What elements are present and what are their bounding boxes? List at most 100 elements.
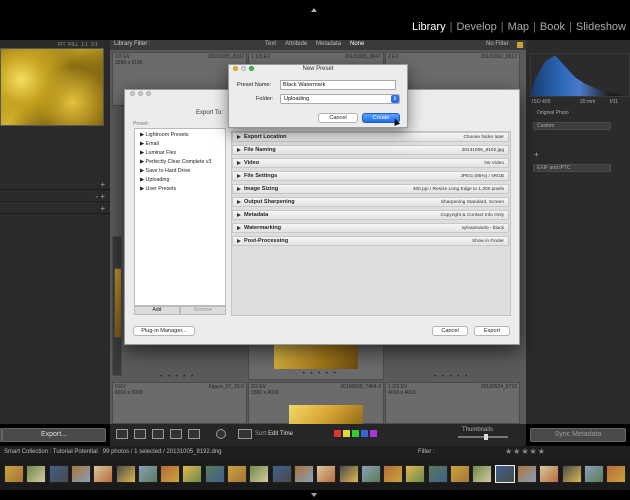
new-preset-cancel-button[interactable]: Cancel: [318, 113, 358, 123]
grid-cell[interactable]: 2/3 EV 20130928_7464-2 3381 x 4016: [248, 382, 384, 425]
chevron-updown-icon[interactable]: ⇕: [391, 95, 399, 103]
module-slideshow[interactable]: Slideshow: [572, 21, 630, 33]
module-library[interactable]: Library: [408, 21, 450, 33]
filmstrip-thumbnail[interactable]: [182, 465, 203, 483]
people-view-icon[interactable]: [188, 429, 200, 439]
filmstrip-rating-filter[interactable]: ★★★★★: [505, 447, 546, 456]
filmstrip-thumbnail[interactable]: [115, 465, 136, 483]
module-map[interactable]: Map: [504, 21, 533, 33]
purple-label-chip[interactable]: [370, 430, 377, 437]
red-label-chip[interactable]: [334, 430, 341, 437]
photo-thumbnail[interactable]: [274, 345, 358, 369]
sync-metadata-button[interactable]: Sync Metadata: [530, 428, 626, 442]
collapse-bottom-panel-icon[interactable]: [311, 493, 317, 497]
plugin-manager-button[interactable]: Plug-in Manager...: [133, 326, 195, 336]
section-post-processing[interactable]: Post-Processing Show in Finder: [232, 236, 509, 246]
grid-cell[interactable]: • • • • •: [248, 340, 384, 380]
preset-select[interactable]: Custom: [533, 122, 611, 130]
thumbnail-size-knob[interactable]: [484, 434, 488, 440]
filmstrip-thumbnail[interactable]: [271, 465, 292, 483]
grid-view-icon[interactable]: [116, 429, 128, 439]
preset-item-email[interactable]: ▶ Email: [140, 141, 159, 147]
filter-preset[interactable]: No Filter: [486, 41, 509, 47]
painter-icon[interactable]: [216, 429, 226, 439]
grid-cell[interactable]: 0 EV Figure_07_23-2 6016 x 3000: [112, 382, 247, 424]
add-icon[interactable]: +: [100, 180, 105, 189]
section-file-naming[interactable]: File Naming 20131005_8192.jpg: [232, 145, 509, 155]
add-remove-icon[interactable]: - +: [95, 192, 105, 201]
loupe-view-icon[interactable]: [134, 429, 146, 439]
preset-item-save-hard-drive[interactable]: ▶ Save to Hard Drive: [140, 168, 190, 174]
grid-cell[interactable]: 1 2/3 EV 20130924_6710 4016 x 4016: [385, 382, 520, 424]
preset-item-user-presets[interactable]: ▶ User Presets: [140, 186, 176, 192]
filmstrip-thumbnail[interactable]: [70, 465, 91, 483]
filmstrip-thumbnail[interactable]: [26, 465, 47, 483]
filmstrip-source[interactable]: Smart Collection : Tutorial Potential 99…: [4, 449, 222, 455]
minimize-window-icon[interactable]: [138, 91, 143, 96]
filter-lock-icon[interactable]: [517, 42, 523, 48]
filmstrip-thumbnail[interactable]: [338, 465, 359, 483]
filmstrip-thumbnail[interactable]: [4, 465, 24, 483]
section-metadata[interactable]: Metadata Copyright & Contact Info Only: [232, 210, 509, 220]
filmstrip-thumbnail[interactable]: [472, 465, 493, 483]
sort-direction-icon[interactable]: [238, 429, 252, 439]
add-icon[interactable]: +: [534, 150, 539, 159]
export-button[interactable]: Export...: [2, 428, 106, 442]
export-confirm-button[interactable]: Export: [474, 326, 510, 336]
green-label-chip[interactable]: [352, 430, 359, 437]
filmstrip-thumbnail[interactable]: [204, 465, 225, 483]
filmstrip-thumbnail[interactable]: [137, 465, 158, 483]
filmstrip-thumbnail[interactable]: [516, 465, 537, 483]
filmstrip-thumbnail[interactable]: [48, 465, 69, 483]
filmstrip-thumbnail[interactable]: [160, 465, 181, 483]
filmstrip-thumbnail[interactable]: [383, 465, 404, 483]
preset-name-input[interactable]: Black Watermark: [280, 80, 396, 90]
section-file-settings[interactable]: File Settings JPEG (85%) / sRGB: [232, 171, 509, 181]
filmstrip-thumbnail[interactable]: [293, 465, 314, 483]
filmstrip-thumbnail[interactable]: [539, 465, 560, 483]
filmstrip-thumbnail[interactable]: [249, 465, 270, 483]
photo-thumbnail[interactable]: [114, 268, 122, 338]
filter-text[interactable]: Text: [265, 41, 276, 47]
yellow-label-chip[interactable]: [343, 430, 350, 437]
sort-select[interactable]: Edit Time: [268, 431, 293, 437]
module-book[interactable]: Book: [536, 21, 569, 33]
filmstrip-thumbnail[interactable]: [606, 465, 627, 483]
filmstrip-thumbnail[interactable]: [494, 465, 515, 483]
filmstrip-thumbnail[interactable]: [561, 465, 582, 483]
navigator-preview[interactable]: [0, 48, 104, 126]
collapse-top-panel-icon[interactable]: [311, 8, 317, 12]
preset-item-perfectly-clear[interactable]: ▶ Perfectly Clear Complete v3: [140, 159, 212, 165]
filmstrip-thumbnail[interactable]: [227, 465, 247, 483]
filmstrip-thumbnail[interactable]: [360, 465, 381, 483]
remove-preset-button[interactable]: Remove: [180, 306, 226, 315]
filmstrip-thumbnail[interactable]: [405, 465, 426, 483]
folder-select[interactable]: Uploading: [280, 94, 400, 104]
photo-thumbnail[interactable]: [289, 405, 363, 425]
section-video[interactable]: Video No Video: [232, 158, 509, 168]
filmstrip-thumbnail[interactable]: [427, 465, 448, 483]
section-image-sizing[interactable]: Image Sizing 300 ppi / Resize Long Edge t…: [232, 184, 509, 194]
zoom-window-icon[interactable]: [146, 91, 151, 96]
add-icon[interactable]: +: [100, 204, 105, 213]
module-develop[interactable]: Develop: [452, 21, 500, 33]
filter-attribute[interactable]: Attribute: [285, 41, 307, 47]
filmstrip-thumbnail[interactable]: [583, 465, 604, 483]
filter-none[interactable]: None: [350, 41, 364, 47]
add-preset-button[interactable]: Add: [134, 306, 180, 315]
filmstrip-thumbnail[interactable]: [93, 465, 114, 483]
section-watermarking[interactable]: Watermarking sylvainsvielo - black: [232, 223, 509, 233]
compare-view-icon[interactable]: [152, 429, 164, 439]
thumbnail-size-slider[interactable]: [458, 436, 508, 438]
filmstrip-thumbnail[interactable]: [450, 465, 470, 483]
filmstrip-thumbnail[interactable]: [316, 465, 337, 483]
section-export-location[interactable]: Export Location Choose folder later: [232, 132, 509, 142]
survey-view-icon[interactable]: [170, 429, 182, 439]
export-cancel-button[interactable]: Cancel: [432, 326, 468, 336]
blue-label-chip[interactable]: [361, 430, 368, 437]
filter-metadata[interactable]: Metadata: [316, 41, 341, 47]
metadata-set-select[interactable]: EXIF and IPTC: [533, 164, 611, 172]
preset-item-uploading[interactable]: ▶ Uploading: [140, 177, 169, 183]
close-window-icon[interactable]: [130, 91, 135, 96]
preset-item-lightroom[interactable]: ▶ Lightroom Presets: [140, 132, 189, 138]
